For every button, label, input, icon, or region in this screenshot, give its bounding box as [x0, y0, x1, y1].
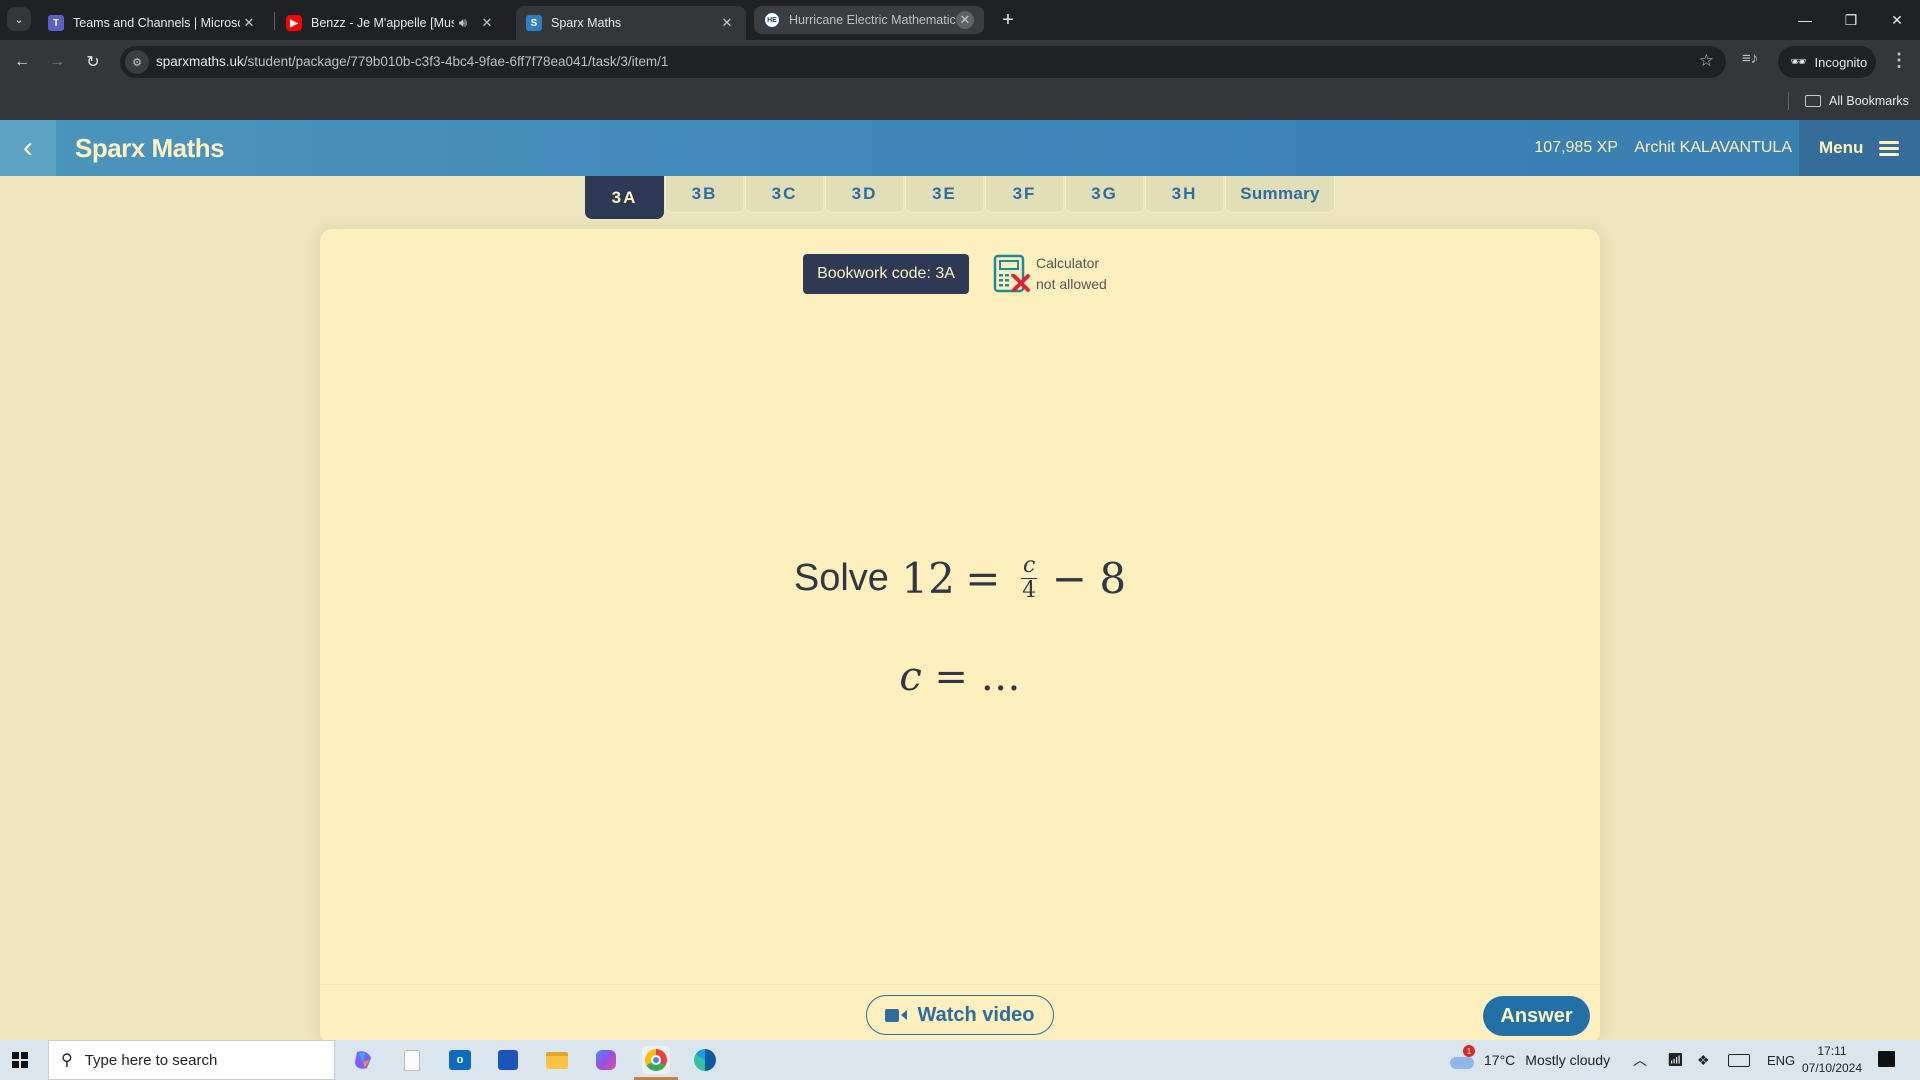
- close-window-button[interactable]: ✕: [1874, 0, 1920, 40]
- browser-tab-sparx[interactable]: S Sparx Maths ✕: [516, 6, 746, 40]
- question-text: Solve 12 = c 4 − 8: [793, 553, 1127, 604]
- task-tab-3b[interactable]: 3B: [665, 176, 744, 213]
- reload-button[interactable]: ↻: [79, 48, 107, 76]
- more-options-icon[interactable]: ⋮: [1890, 50, 1908, 71]
- arrow-right-icon: →: [49, 53, 65, 70]
- weather-widget[interactable]: 1 17°C Mostly cloudy: [1450, 1040, 1610, 1080]
- chevron-up-icon: ︿: [1633, 1052, 1647, 1068]
- chrome-icon[interactable]: [634, 1046, 678, 1080]
- teams-icon: T: [48, 15, 64, 31]
- calculator-not-allowed-icon: [993, 254, 1030, 293]
- url-text[interactable]: sparxmaths.uk/student/package/779b010b-c…: [156, 54, 668, 69]
- answer-prompt: c = …: [899, 654, 1021, 700]
- media-control-icon[interactable]: ≡♪: [1742, 50, 1758, 67]
- question-card: Bookwork code: 3A Calculator not allowed…: [320, 229, 1600, 1040]
- close-icon: ✕: [1891, 11, 1903, 28]
- file-explorer-icon[interactable]: [543, 1046, 571, 1074]
- microsoft-365-icon[interactable]: [592, 1046, 620, 1074]
- sparx-page: ‹ Sparx Maths 107,985 XP Archit KALAVANT…: [0, 120, 1920, 1040]
- task-tab-summary[interactable]: Summary: [1225, 176, 1335, 213]
- task-tab-3h[interactable]: 3H: [1145, 176, 1224, 213]
- bookmarks-bar: All Bookmarks: [0, 84, 1920, 120]
- notepad-icon[interactable]: [398, 1046, 426, 1074]
- browser-tab-hurricane[interactable]: HE Hurricane Electric Mathematics ✕: [754, 6, 984, 34]
- folder-icon: [1805, 95, 1821, 107]
- browser-toolbar: ← → ↻ ⚙ sparxmaths.uk/student/package/77…: [0, 40, 1920, 84]
- xp-counter: 107,985 XP: [1534, 139, 1618, 156]
- close-tab-icon[interactable]: ✕: [718, 14, 736, 32]
- chevron-down-icon: ⌄: [14, 13, 24, 26]
- task-tab-3a[interactable]: 3A: [585, 176, 664, 219]
- microsoft-store-icon[interactable]: [494, 1046, 522, 1074]
- notifications-icon[interactable]: [1878, 1051, 1895, 1067]
- search-icon: ⚲: [61, 1052, 73, 1069]
- dropbox-icon[interactable]: ❖: [1697, 1040, 1710, 1080]
- taskbar-search-box[interactable]: ⚲ Type here to search: [48, 1040, 335, 1080]
- new-tab-button[interactable]: +: [996, 8, 1020, 32]
- browser-tab-youtube[interactable]: ▶ Benzz - Je M'appelle [Music 🔊︎ ✕: [276, 6, 506, 40]
- windows-taskbar: ⚲ Type here to search o 1 17°C Mostly cl…: [0, 1040, 1920, 1080]
- task-tab-3d[interactable]: 3D: [825, 176, 904, 213]
- arrow-left-icon: ←: [14, 53, 30, 70]
- outlook-icon[interactable]: o: [446, 1046, 474, 1074]
- show-hidden-icons-button[interactable]: ︿: [1633, 1040, 1647, 1080]
- back-button[interactable]: ←: [8, 48, 36, 76]
- he-icon: HE: [764, 12, 780, 28]
- app-logo: Sparx Maths: [75, 133, 225, 163]
- restore-button[interactable]: ❐: [1828, 0, 1874, 40]
- minimize-button[interactable]: —: [1782, 0, 1828, 40]
- bookwork-code-badge: Bookwork code: 3A: [803, 254, 969, 294]
- incognito-icon: 🕶︎: [1790, 54, 1807, 69]
- site-settings-icon[interactable]: ⚙: [125, 50, 149, 74]
- answer-button[interactable]: Answer: [1483, 996, 1590, 1036]
- fraction: c 4: [1020, 553, 1038, 603]
- task-tab-3g[interactable]: 3G: [1065, 176, 1144, 213]
- user-name: Archit KALAVANTULA: [1634, 139, 1792, 156]
- video-camera-icon: [885, 1008, 900, 1022]
- app-header: ‹ Sparx Maths 107,985 XP Archit KALAVANT…: [0, 120, 1920, 176]
- incognito-indicator[interactable]: 🕶︎ Incognito: [1778, 46, 1876, 78]
- plus-icon: +: [1002, 8, 1014, 31]
- close-tab-icon[interactable]: ✕: [240, 14, 258, 32]
- bookmarks-separator: [1788, 92, 1789, 110]
- back-nav-button[interactable]: ‹: [0, 120, 56, 176]
- network-icon[interactable]: 📶︎: [1667, 1040, 1684, 1080]
- sparx-icon: S: [526, 15, 542, 31]
- forward-button[interactable]: →: [43, 48, 71, 76]
- menu-button[interactable]: Menu: [1799, 120, 1920, 176]
- task-tab-3e[interactable]: 3E: [905, 176, 984, 213]
- restore-icon: ❐: [1844, 11, 1858, 28]
- hamburger-icon: [1879, 138, 1900, 159]
- edge-icon[interactable]: [691, 1046, 719, 1074]
- windows-start-icon[interactable]: [12, 1052, 28, 1068]
- calculator-status: Calculator not allowed: [1036, 255, 1107, 292]
- copilot-icon[interactable]: [349, 1046, 377, 1074]
- tab-separator: [274, 12, 275, 30]
- reload-icon: ↻: [86, 54, 100, 71]
- watch-video-button[interactable]: Watch video: [866, 995, 1054, 1035]
- system-clock[interactable]: 17:11 07/10/2024: [1800, 1043, 1864, 1077]
- chevron-left-icon: ‹: [23, 131, 33, 164]
- task-tab-3f[interactable]: 3F: [985, 176, 1064, 213]
- tab-search-button[interactable]: ⌄: [7, 7, 31, 31]
- task-tab-3c[interactable]: 3C: [745, 176, 824, 213]
- keyboard-icon[interactable]: [1728, 1040, 1750, 1080]
- speaker-icon[interactable]: 🔊︎: [454, 14, 472, 32]
- cloud-icon: 1: [1450, 1045, 1476, 1069]
- address-bar[interactable]: ⚙ sparxmaths.uk/student/package/779b010b…: [120, 46, 1726, 78]
- youtube-icon: ▶: [286, 15, 302, 31]
- card-footer: Watch video Answer: [320, 984, 1600, 1040]
- close-tab-icon[interactable]: ✕: [956, 11, 974, 29]
- browser-tab-strip: ⌄ T Teams and Channels | Microsoft ✕ ▶ B…: [0, 0, 1920, 40]
- bookmark-star-icon[interactable]: ☆: [1699, 51, 1714, 71]
- minimize-icon: —: [1798, 12, 1812, 28]
- language-indicator[interactable]: ENG: [1767, 1040, 1795, 1080]
- browser-tab-teams[interactable]: T Teams and Channels | Microsoft ✕: [38, 6, 268, 40]
- notification-badge: 1: [1463, 1045, 1475, 1057]
- task-tabs: 3A 3B 3C 3D 3E 3F 3G 3H Summary: [585, 176, 1336, 220]
- all-bookmarks-button[interactable]: All Bookmarks: [1805, 90, 1909, 112]
- close-tab-icon[interactable]: ✕: [478, 14, 496, 32]
